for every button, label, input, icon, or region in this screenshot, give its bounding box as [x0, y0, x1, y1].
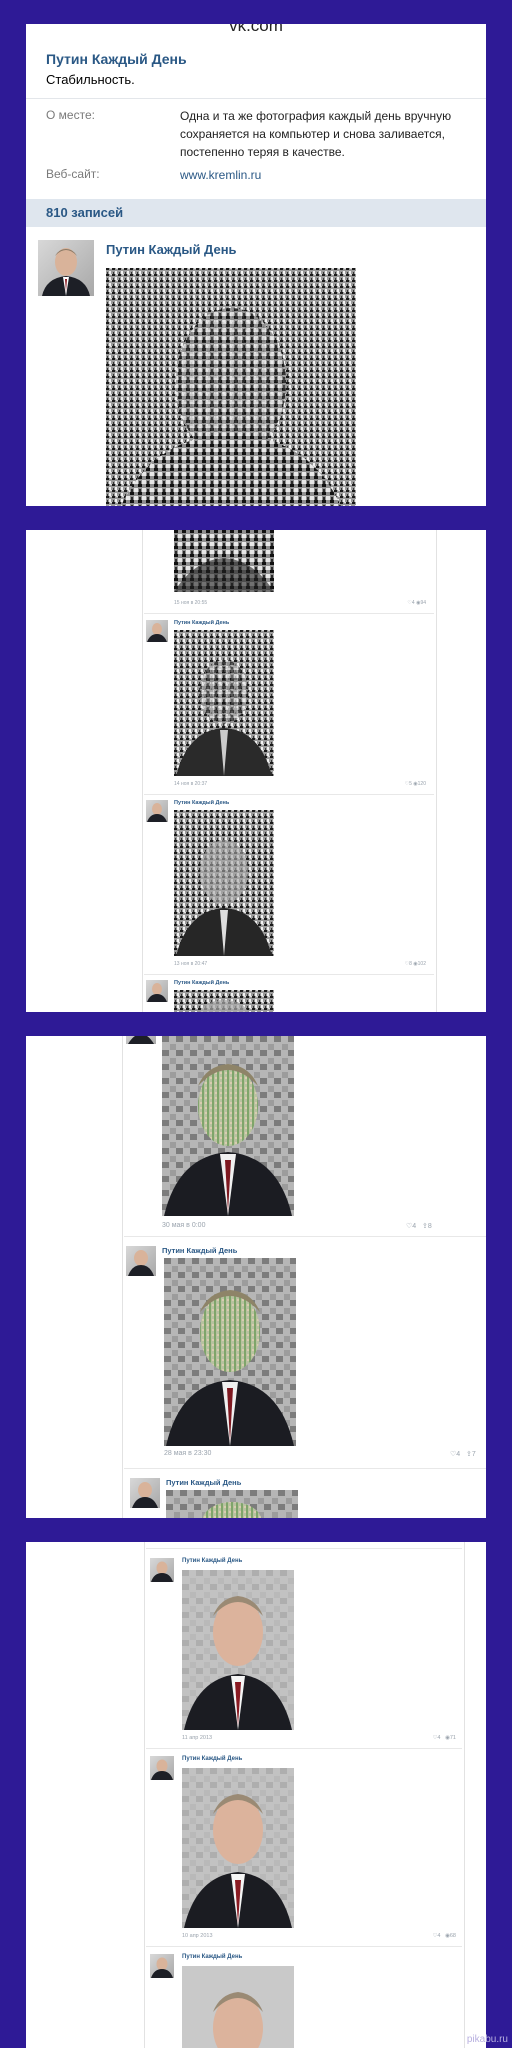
post-separator	[144, 974, 434, 975]
post-stats: ♡8 ◉102	[366, 961, 426, 967]
avatar[interactable]	[38, 240, 94, 296]
post-date[interactable]: 15 ноя в 20:55	[174, 600, 207, 606]
avatar[interactable]	[126, 1246, 156, 1276]
post-photo[interactable]	[106, 268, 356, 506]
avatar[interactable]	[146, 800, 168, 822]
views-count: 94	[420, 600, 426, 606]
avatar[interactable]	[150, 1558, 174, 1582]
column-border	[122, 1036, 123, 1518]
post-date[interactable]: 11 апр 2013	[182, 1735, 212, 1741]
post-separator	[146, 1548, 462, 1549]
info-value-about: Одна и та же фотография каждый день вруч…	[180, 109, 452, 159]
like-count: 4	[437, 1735, 441, 1741]
avatar[interactable]	[150, 1756, 174, 1780]
post-photo[interactable]	[162, 1036, 294, 1216]
info-label-website: Веб-сайт:	[46, 167, 100, 181]
post-date[interactable]: 14 ноя в 20:37	[174, 781, 207, 787]
post-stats: ♡5 ◉120	[366, 781, 426, 787]
post-photo[interactable]	[166, 1490, 298, 1518]
post-author[interactable]: Путин Каждый День	[174, 800, 229, 806]
post-author[interactable]: Путин Каждый День	[162, 1246, 237, 1255]
post-author[interactable]: Путин Каждый День	[174, 620, 229, 626]
post-date[interactable]: 10 апр 2013	[182, 1933, 213, 1939]
column-border	[144, 1542, 145, 2048]
post-stats: ♡4 ⇪7	[450, 1450, 486, 1458]
post-photo[interactable]	[182, 1570, 294, 1730]
avatar[interactable]	[146, 620, 168, 642]
posts-count-bar[interactable]: 810 записей	[26, 199, 486, 227]
screenshot-panel-1: vk.com Путин Каждый День Стабильность. О…	[26, 24, 486, 506]
post-stats: ♡4 ◉68	[386, 1933, 456, 1939]
post-author[interactable]: Путин Каждый День	[182, 1558, 242, 1564]
post-separator	[144, 613, 434, 614]
like-count: 8	[409, 961, 412, 967]
views-count: 68	[449, 1933, 456, 1939]
like-count: 4	[411, 600, 415, 606]
post-separator	[144, 794, 434, 795]
post-photo[interactable]	[174, 530, 274, 592]
avatar[interactable]	[146, 980, 168, 1002]
post-date[interactable]: 13 ноя в 20:47	[174, 961, 207, 967]
post-photo[interactable]	[182, 1966, 294, 2048]
like-count: 4	[437, 1933, 441, 1939]
watermark: pikabu.ru	[466, 2034, 508, 2045]
page-status: Стабильность.	[46, 72, 135, 87]
like-count: 4	[456, 1451, 461, 1458]
post-photo[interactable]	[174, 810, 274, 956]
column-border	[464, 1542, 465, 2048]
post-author[interactable]: Путин Каждый День	[106, 242, 237, 257]
views-count: 71	[449, 1735, 456, 1741]
share-count: 8	[427, 1223, 432, 1230]
post-separator	[124, 1468, 486, 1469]
post-separator	[124, 1236, 486, 1237]
views-count: 102	[417, 961, 426, 967]
info-label-about: О месте:	[46, 108, 95, 122]
post-author[interactable]: Путин Каждый День	[182, 1756, 242, 1762]
post-author[interactable]: Путин Каждый День	[174, 980, 229, 986]
avatar[interactable]	[130, 1478, 160, 1508]
avatar[interactable]	[126, 1036, 156, 1044]
share-count: 7	[471, 1451, 476, 1458]
post-stats: ♡4 ◉71	[386, 1735, 456, 1741]
post-photo[interactable]	[174, 630, 274, 776]
post-stats: ♡4 ⇪8	[406, 1222, 486, 1230]
post-author[interactable]: Путин Каждый День	[166, 1478, 241, 1487]
post-separator	[146, 1748, 462, 1749]
post-photo[interactable]	[164, 1258, 296, 1446]
post-photo[interactable]	[174, 990, 274, 1012]
post-date[interactable]: 30 мая в 0:00	[162, 1222, 205, 1229]
post-date[interactable]: 28 мая в 23:30	[164, 1450, 211, 1457]
avatar[interactable]	[150, 1954, 174, 1978]
like-count: 5	[409, 781, 412, 787]
post-stats: ♡4 ◉94	[366, 600, 426, 606]
screenshot-panel-2: 15 ноя в 20:55 ♡4 ◉94 Путин Каждый День …	[26, 530, 486, 1012]
post-photo[interactable]	[182, 1768, 294, 1928]
post-separator	[146, 1946, 462, 1947]
views-count: 120	[417, 781, 426, 787]
page-title[interactable]: Путин Каждый День	[46, 51, 187, 67]
post-author[interactable]: Путин Каждый День	[182, 1954, 242, 1960]
column-border	[436, 530, 437, 1012]
like-count: 4	[412, 1223, 417, 1230]
website-link[interactable]: www.kremlin.ru	[180, 166, 480, 184]
screenshot-panel-4: Путин Каждый День 11 апр 2013 ♡4 ◉71 Пут…	[26, 1542, 486, 2048]
column-border	[142, 530, 143, 1012]
screenshot-panel-3: 30 мая в 0:00 ♡4 ⇪8 Путин Каждый День 28…	[26, 1036, 486, 1518]
divider	[26, 98, 486, 99]
site-name: vk.com	[229, 24, 283, 35]
